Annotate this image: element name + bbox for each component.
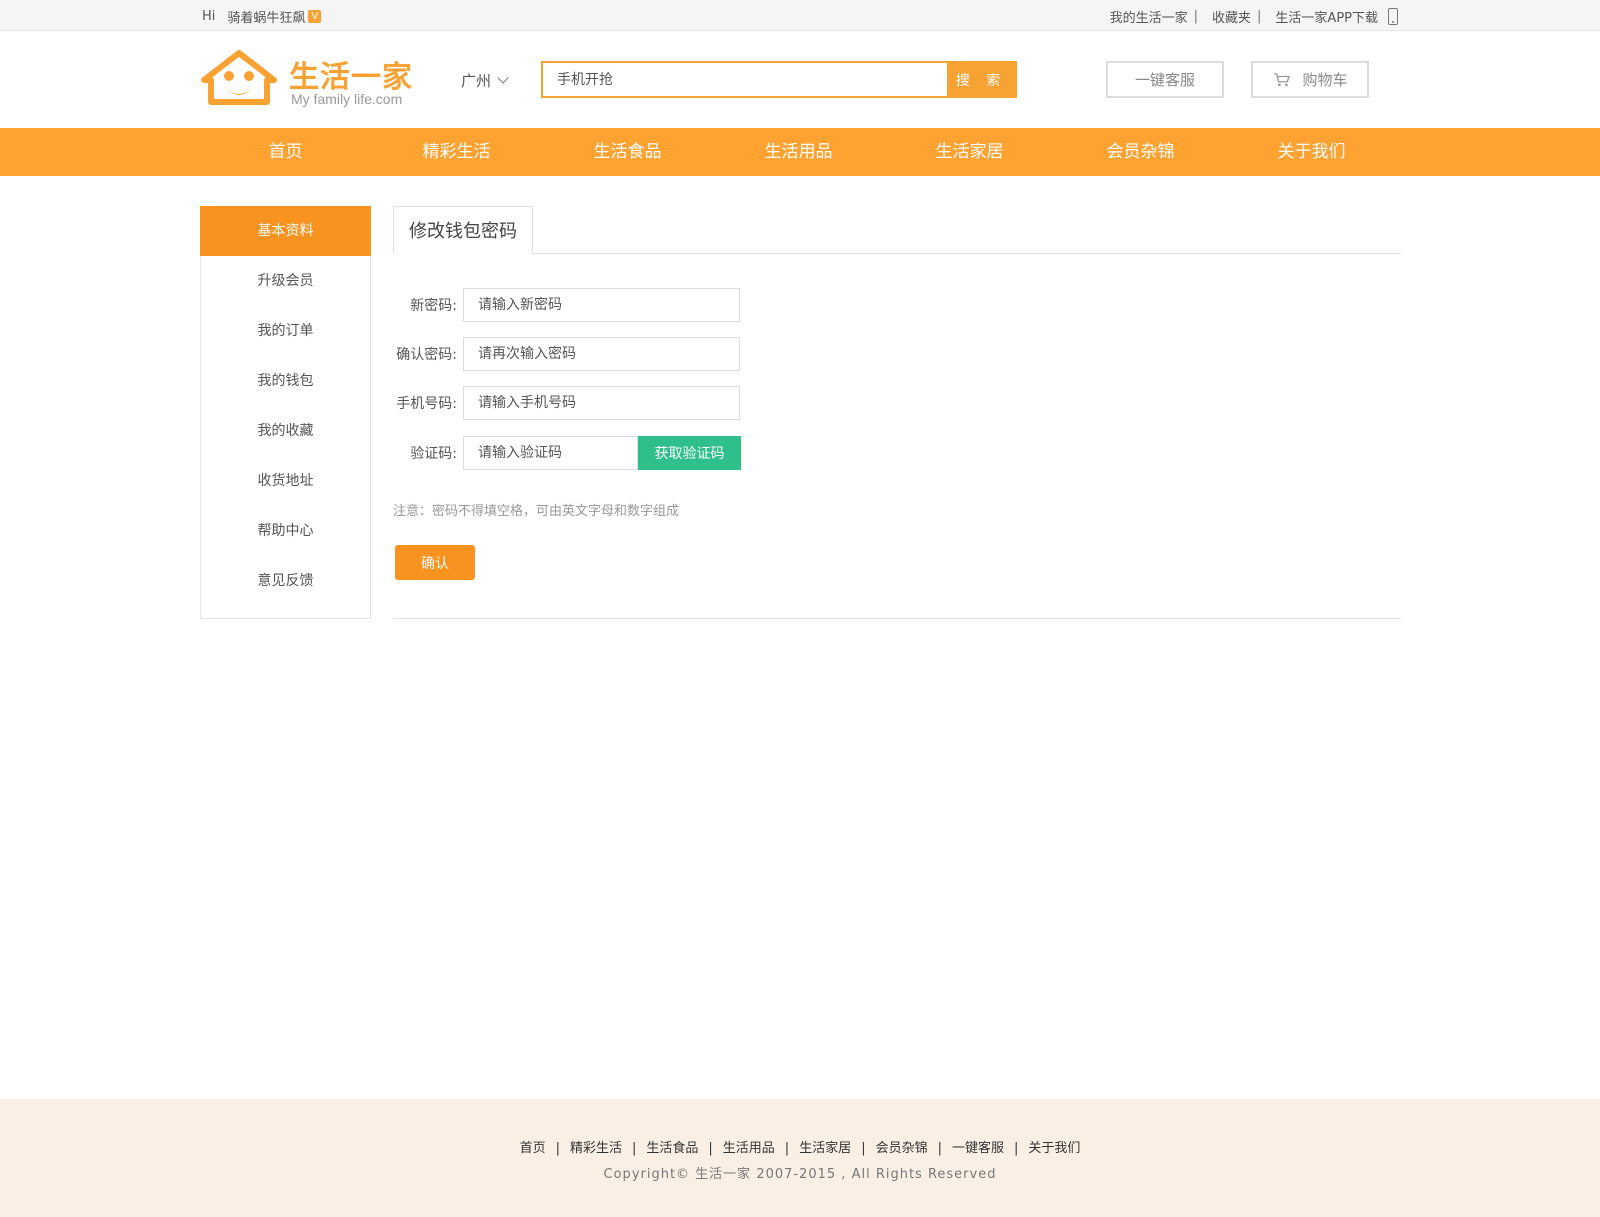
new-password-label: 新密码: (410, 298, 457, 314)
sidebar-item-favorites[interactable]: 我的收藏 (201, 406, 370, 456)
nav-item-home[interactable]: 首页 (200, 128, 371, 176)
greeting-text: Hi (202, 9, 216, 24)
app-download-link[interactable]: 生活一家APP下载 (1275, 7, 1378, 26)
house-logo-icon (201, 50, 277, 105)
separator: | (937, 1141, 942, 1156)
sidebar-item-orders[interactable]: 我的订单 (201, 306, 370, 356)
header: 生活一家 My family life.com 广州 搜 索 一键客服 购物车 (0, 31, 1600, 128)
favorites-link[interactable]: 收藏夹 (1212, 7, 1251, 26)
separator: | (1257, 9, 1262, 24)
footer-link-about[interactable]: 关于我们 (1028, 1141, 1080, 1156)
cart-button[interactable]: 购物车 (1251, 61, 1369, 98)
site-logo[interactable]: 生活一家 My family life.com (201, 50, 421, 110)
vip-badge: V (308, 10, 322, 23)
search-bar: 搜 索 (541, 61, 1017, 98)
separator: | (555, 1141, 560, 1156)
sidebar-item-address[interactable]: 收货地址 (201, 456, 370, 506)
footer-link-life[interactable]: 精彩生活 (570, 1141, 622, 1156)
separator: | (1193, 9, 1199, 24)
nav-item-member-misc[interactable]: 会员杂锦 (1055, 128, 1226, 176)
footer-link-home-furnishing[interactable]: 生活家居 (799, 1141, 851, 1156)
phone-field[interactable] (463, 386, 740, 420)
phone-row: 手机号码: (393, 386, 740, 420)
sidebar-item-basic-info[interactable]: 基本资料 (200, 206, 371, 256)
nav-item-food[interactable]: 生活食品 (542, 128, 713, 176)
footer-link-member-misc[interactable]: 会员杂锦 (876, 1141, 928, 1156)
tab-bar: 修改钱包密码 (393, 206, 1401, 254)
separator: | (708, 1141, 713, 1156)
nav-item-home-furnishing[interactable]: 生活家居 (884, 128, 1055, 176)
top-links: 我的生活一家 | 收藏夹 | 生活一家APP下载 (1110, 7, 1398, 26)
separator: | (784, 1141, 790, 1156)
new-password-row: 新密码: (393, 288, 740, 322)
divider (393, 618, 1401, 619)
nav-item-about[interactable]: 关于我们 (1226, 128, 1397, 176)
main-nav: 首页 精彩生活 生活食品 生活用品 生活家居 会员杂锦 关于我们 (0, 128, 1600, 176)
footer-links: 首页 | 精彩生活 | 生活食品 | 生活用品 | 生活家居 | 会员杂锦 | 一键客服 | 关于我们 (0, 1137, 1600, 1156)
sidebar-item-upgrade-member[interactable]: 升级会员 (201, 256, 370, 306)
nav-item-goods[interactable]: 生活用品 (713, 128, 884, 176)
separator: | (1014, 1141, 1019, 1156)
cart-icon (1274, 72, 1291, 86)
cart-label: 购物车 (1302, 71, 1348, 89)
footer-link-food[interactable]: 生活食品 (646, 1141, 698, 1156)
logo-english-text: My family life.com (291, 91, 403, 107)
confirm-password-field[interactable] (463, 337, 740, 371)
separator: | (631, 1141, 637, 1156)
customer-service-button[interactable]: 一键客服 (1106, 61, 1224, 98)
verification-code-field[interactable] (463, 436, 638, 470)
username-link[interactable]: 骑着蜗牛狂飙 (227, 7, 305, 26)
footer-link-home[interactable]: 首页 (520, 1141, 546, 1156)
verification-code-row: 验证码: 获取验证码 (393, 436, 741, 470)
sidebar-item-help[interactable]: 帮助中心 (201, 506, 370, 556)
chevron-down-icon (497, 72, 509, 84)
get-code-button[interactable]: 获取验证码 (638, 436, 741, 470)
confirm-password-label: 确认密码: (396, 347, 457, 363)
nav-item-life[interactable]: 精彩生活 (371, 128, 542, 176)
phone-icon[interactable] (1388, 8, 1398, 25)
logo-chinese-text: 生活一家 (289, 60, 413, 95)
search-input[interactable] (543, 63, 947, 96)
sidebar-item-feedback[interactable]: 意见反馈 (201, 556, 370, 606)
confirm-button[interactable]: 确认 (395, 545, 475, 580)
verification-code-label: 验证码: (410, 446, 457, 462)
new-password-field[interactable] (463, 288, 740, 322)
phone-label: 手机号码: (396, 396, 457, 412)
copyright-text: Copyright© 生活一家 2007-2015 , All Rights R… (603, 1167, 997, 1182)
city-selector[interactable]: 广州 (461, 70, 509, 91)
account-sidebar: 基本资料 升级会员 我的订单 我的钱包 我的收藏 收货地址 帮助中心 意见反馈 (200, 206, 371, 619)
sidebar-item-wallet[interactable]: 我的钱包 (201, 356, 370, 406)
confirm-password-row: 确认密码: (393, 337, 740, 371)
password-note: 注意：密码不得填空格，可由英文字母和数字组成 (393, 504, 680, 519)
my-account-link[interactable]: 我的生活一家 (1110, 7, 1188, 26)
main-content: 修改钱包密码 新密码: 确认密码: 手机号码: 验证码: 获取验证码 注意：密码… (393, 206, 1401, 619)
tab-change-wallet-password[interactable]: 修改钱包密码 (393, 206, 533, 254)
city-label: 广州 (461, 72, 492, 90)
footer: 首页 | 精彩生活 | 生活食品 | 生活用品 | 生活家居 | 会员杂锦 | 一键客服 | 关于我们 Co… (0, 1099, 1600, 1217)
search-button[interactable]: 搜 索 (947, 63, 1015, 96)
top-bar: Hi 骑着蜗牛狂飙 V 我的生活一家 | 收藏夹 | 生活一家APP下载 (0, 0, 1600, 31)
separator: | (861, 1141, 866, 1156)
footer-link-goods[interactable]: 生活用品 (723, 1141, 775, 1156)
footer-link-service[interactable]: 一键客服 (952, 1141, 1004, 1156)
user-greeting: Hi 骑着蜗牛狂飙 V (202, 7, 322, 26)
